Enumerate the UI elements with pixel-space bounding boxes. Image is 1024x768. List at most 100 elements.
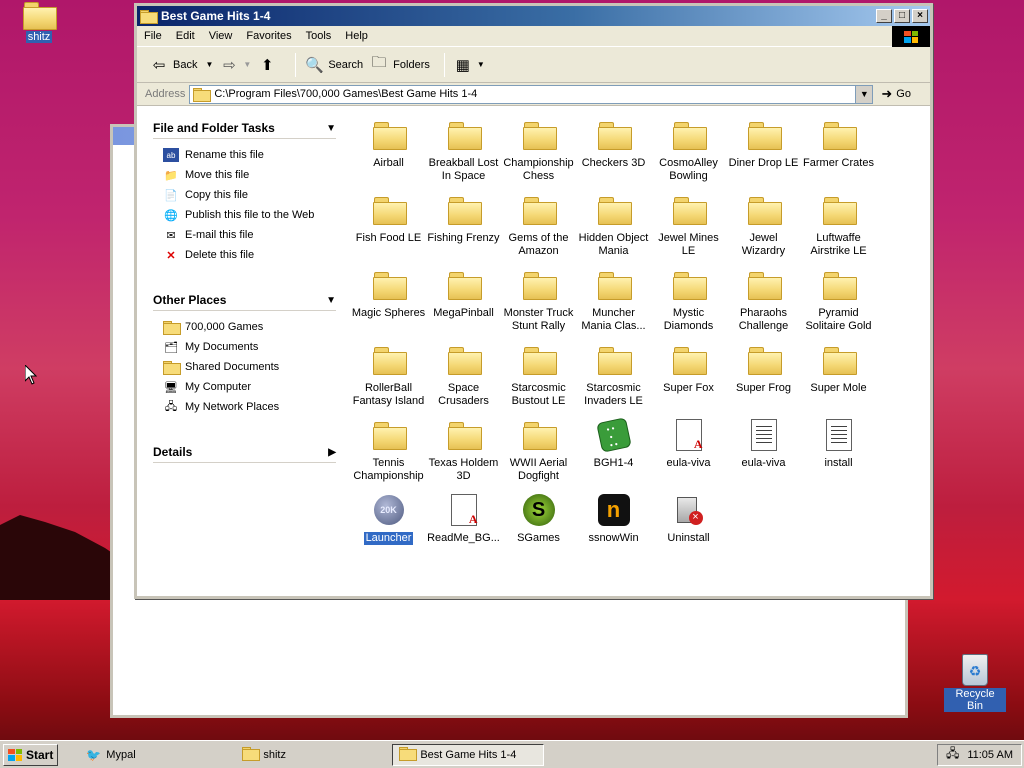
up-folder-button[interactable]: ⬆: [257, 56, 281, 74]
folders-button[interactable]: 🗀 Folders: [369, 54, 430, 74]
file-name: Tennis Championship: [353, 457, 424, 482]
copy-icon: 📄: [164, 189, 178, 202]
task-publish[interactable]: 🌐 Publish this file to the Web: [153, 205, 336, 225]
back-dropdown-icon[interactable]: ▼: [205, 60, 213, 69]
file-item[interactable]: Fishing Frenzy: [426, 192, 501, 258]
clock[interactable]: 11:05 AM: [967, 749, 1013, 761]
file-name: Gems of the Amazon: [508, 232, 569, 257]
task-rename[interactable]: ab Rename this file: [153, 145, 336, 165]
back-button[interactable]: ⇦ Back ▼: [149, 56, 214, 74]
file-item[interactable]: Mystic Diamonds: [651, 267, 726, 333]
file-item[interactable]: Checkers 3D: [576, 117, 651, 183]
file-item[interactable]: Space Crusaders: [426, 342, 501, 408]
file-item[interactable]: Fish Food LE: [351, 192, 426, 258]
close-button[interactable]: ×: [912, 9, 928, 23]
desktop-folder-shitz[interactable]: shitz: [4, 2, 74, 43]
file-item[interactable]: Super Fox: [651, 342, 726, 408]
file-item[interactable]: 20K Launcher: [351, 492, 426, 558]
file-item[interactable]: install: [801, 417, 876, 483]
task-move[interactable]: 📁 Move this file: [153, 165, 336, 185]
maximize-button[interactable]: □: [894, 9, 910, 23]
folder-icon: [672, 122, 707, 150]
file-name: Launcher: [363, 532, 414, 545]
search-button[interactable]: 🔍 Search: [304, 56, 363, 74]
taskbar-button-mypal[interactable]: 🐦 Mypal: [80, 744, 232, 766]
forward-button[interactable]: ⇨ ▼: [219, 56, 251, 74]
other-places-header[interactable]: Other Places ▼: [153, 289, 336, 311]
file-item[interactable]: Pharaohs Challenge: [726, 267, 801, 333]
chevron-down-icon[interactable]: ▼: [326, 123, 336, 134]
details-header[interactable]: Details ▶: [153, 441, 336, 463]
place-700000-games[interactable]: 700,000 Games: [153, 317, 336, 337]
file-item[interactable]: Pyramid Solitaire Gold: [801, 267, 876, 333]
taskbar-button-shitz[interactable]: shitz: [236, 744, 388, 766]
file-item[interactable]: eula-viva: [651, 417, 726, 483]
address-dropdown-icon[interactable]: ▼: [855, 85, 873, 103]
place-my-documents[interactable]: 🗂 My Documents: [153, 337, 336, 357]
place-shared-documents[interactable]: Shared Documents: [153, 357, 336, 377]
explorer-window[interactable]: Best Game Hits 1-4 _ □ × File Edit View …: [134, 3, 933, 599]
network-tray-icon[interactable]: 🖧: [946, 744, 959, 765]
file-item[interactable]: Magic Spheres: [351, 267, 426, 333]
menu-edit[interactable]: Edit: [169, 30, 202, 42]
menu-file[interactable]: File: [137, 30, 169, 42]
file-item[interactable]: ReadMe_BG...: [426, 492, 501, 558]
file-item[interactable]: Farmer Crates: [801, 117, 876, 183]
file-item[interactable]: S SGames: [501, 492, 576, 558]
file-item[interactable]: Super Frog: [726, 342, 801, 408]
address-field[interactable]: C:\Program Files\700,000 Games\Best Game…: [189, 84, 874, 104]
file-item[interactable]: Airball: [351, 117, 426, 183]
task-delete[interactable]: ✕ Delete this file: [153, 245, 336, 265]
folder-icon: [399, 747, 418, 762]
folder-icon: [822, 347, 857, 375]
file-item[interactable]: Breakball Lost In Space: [426, 117, 501, 183]
go-button[interactable]: ➜ Go: [881, 86, 911, 102]
file-item[interactable]: Championship Chess: [501, 117, 576, 183]
file-item[interactable]: Jewel Mines LE: [651, 192, 726, 258]
file-item[interactable]: Super Mole: [801, 342, 876, 408]
file-item[interactable]: Luftwaffe Airstrike LE: [801, 192, 876, 258]
file-item[interactable]: RollerBall Fantasy Island: [351, 342, 426, 408]
file-item[interactable]: MegaPinball: [426, 267, 501, 333]
views-dropdown-icon: ▼: [476, 60, 485, 69]
place-my-network-places[interactable]: 🖧 My Network Places: [153, 397, 336, 417]
start-button[interactable]: Start: [3, 743, 59, 766]
menu-help[interactable]: Help: [338, 30, 375, 42]
file-item[interactable]: n ssnowWin: [576, 492, 651, 558]
file-name: install: [824, 457, 853, 469]
menu-view[interactable]: View: [202, 30, 240, 42]
recycle-bin[interactable]: ♻ Recycle Bin: [944, 654, 1006, 712]
task-email[interactable]: ✉ E-mail this file: [153, 225, 336, 245]
minimize-button[interactable]: _: [876, 9, 892, 23]
file-item[interactable]: Diner Drop LE: [726, 117, 801, 183]
place-my-computer[interactable]: 🖥 My Computer: [153, 377, 336, 397]
taskbar-button-label: Mypal: [106, 748, 136, 761]
chevron-right-icon[interactable]: ▶: [328, 447, 336, 458]
file-item[interactable]: eula-viva: [726, 417, 801, 483]
file-item[interactable]: WWII Aerial Dogfight: [501, 417, 576, 483]
file-item[interactable]: Monster Truck Stunt Rally: [501, 267, 576, 333]
file-item[interactable]: Tennis Championship: [351, 417, 426, 483]
file-name: eula-viva: [666, 457, 711, 469]
file-item[interactable]: Starcosmic Bustout LE: [501, 342, 576, 408]
taskbar-button-best-game-hits[interactable]: Best Game Hits 1-4: [392, 743, 545, 766]
views-button[interactable]: ▦ ▼: [453, 56, 485, 74]
file-item[interactable]: Jewel Wizardry: [726, 192, 801, 258]
folder-icon: [372, 122, 407, 150]
forward-dropdown-icon[interactable]: ▼: [243, 60, 251, 69]
file-item[interactable]: Uninstall: [651, 492, 726, 558]
chevron-down-icon[interactable]: ▼: [326, 295, 336, 306]
file-item[interactable]: Texas Holdem 3D: [426, 417, 501, 483]
file-item[interactable]: CosmoAlley Bowling: [651, 117, 726, 183]
file-item[interactable]: Starcosmic Invaders LE: [576, 342, 651, 408]
task-copy[interactable]: 📄 Copy this file: [153, 185, 336, 205]
file-folder-tasks-header[interactable]: File and Folder Tasks ▼: [153, 117, 336, 139]
file-item[interactable]: Hidden Object Mania: [576, 192, 651, 258]
menu-favorites[interactable]: Favorites: [239, 30, 298, 42]
title-bar[interactable]: Best Game Hits 1-4 _ □ ×: [137, 6, 930, 26]
file-item[interactable]: Muncher Mania Clas...: [576, 267, 651, 333]
file-item[interactable]: BGH1-4: [576, 417, 651, 483]
folder-icon: [372, 347, 407, 375]
file-item[interactable]: Gems of the Amazon: [501, 192, 576, 258]
menu-tools[interactable]: Tools: [299, 30, 339, 42]
